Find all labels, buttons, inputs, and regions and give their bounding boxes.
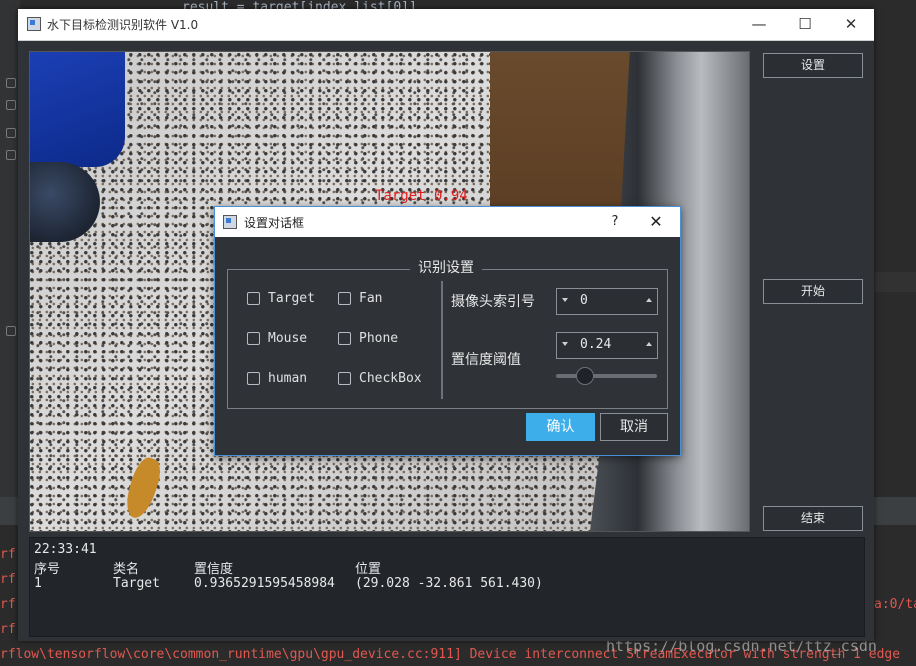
checkbox-icon[interactable] <box>247 371 260 385</box>
checkbox-label: Fan <box>359 290 383 306</box>
fold-icon[interactable] <box>6 326 16 336</box>
console-line-fragment: rf <box>0 547 16 562</box>
dialog-close-button[interactable]: ✕ <box>641 207 671 237</box>
results-cell-confidence: 0.9365291595458984 <box>194 576 335 591</box>
camera-index-spinbox[interactable]: 0 <box>556 288 658 315</box>
editor-right-area <box>874 40 916 500</box>
fold-icon[interactable] <box>6 78 16 88</box>
results-header-class: 类名 <box>113 562 140 577</box>
app-icon <box>27 17 41 31</box>
results-cell-class: Target <box>113 576 160 591</box>
checkbox-icon[interactable] <box>338 371 351 385</box>
minimize-button[interactable]: — <box>736 9 782 40</box>
detection-label: Target 0.94 <box>375 188 468 204</box>
spin-down-icon[interactable] <box>562 298 568 302</box>
checkbox-fan[interactable]: Fan <box>338 289 382 307</box>
dialog-title: 设置对话框 <box>244 216 305 230</box>
checkbox-label: CheckBox <box>359 370 422 386</box>
help-button[interactable]: ? <box>600 207 630 237</box>
title-bar[interactable]: 水下目标检测识别软件 V1.0 — ☐ ✕ <box>18 9 874 41</box>
settings-dialog: 设置对话框 ? ✕ 识别设置 Target Fan Mouse Phone hu… <box>214 206 681 456</box>
camera-index-label: 摄像头索引号 <box>451 294 535 310</box>
results-timestamp: 22:33:41 <box>34 542 97 557</box>
ok-button[interactable]: 确认 <box>526 413 595 441</box>
close-button[interactable]: ✕ <box>828 9 874 40</box>
results-panel[interactable]: 22:33:41 序号 类名 置信度 位置 1 Target 0.9365291… <box>29 537 865 637</box>
checkbox-icon[interactable] <box>338 291 351 305</box>
group-title: 识别设置 <box>410 257 482 277</box>
console-line-fragment: rf <box>0 597 16 612</box>
spin-down-icon[interactable] <box>562 342 568 346</box>
settings-button[interactable]: 设置 <box>763 53 863 78</box>
results-header-confidence: 置信度 <box>194 562 234 577</box>
confidence-threshold-spinbox[interactable]: 0.24 <box>556 332 658 359</box>
console-line-fragment: rf <box>0 572 16 587</box>
checkbox-icon[interactable] <box>338 331 351 345</box>
spin-up-icon[interactable] <box>646 342 652 346</box>
ide-gutter <box>0 0 20 500</box>
checkbox-phone[interactable]: Phone <box>338 329 398 347</box>
stop-button[interactable]: 结束 <box>763 506 863 531</box>
window-title: 水下目标检测识别软件 V1.0 <box>47 18 199 32</box>
console-line-fragment-right: a:0/ta <box>874 597 916 612</box>
checkbox-human[interactable]: human <box>247 369 307 387</box>
confidence-slider[interactable] <box>556 374 657 378</box>
checkbox-label: Mouse <box>268 330 308 346</box>
results-cell-index: 1 <box>34 576 42 591</box>
results-header-index: 序号 <box>34 562 61 577</box>
checkbox-mouse[interactable]: Mouse <box>247 329 307 347</box>
slider-handle[interactable] <box>575 367 594 385</box>
results-header-position: 位置 <box>355 562 382 577</box>
video-object <box>30 52 125 167</box>
start-button[interactable]: 开始 <box>763 279 863 304</box>
dialog-icon <box>223 215 237 229</box>
checkbox-icon[interactable] <box>247 291 260 305</box>
results-cell-position: (29.028 -32.861 561.430) <box>355 576 543 591</box>
checkbox-icon[interactable] <box>247 331 260 345</box>
confidence-threshold-value: 0.24 <box>580 337 612 352</box>
fold-icon[interactable] <box>6 150 16 160</box>
checkbox-label: human <box>268 370 308 386</box>
checkbox-checkbox[interactable]: CheckBox <box>338 369 422 387</box>
camera-index-value: 0 <box>580 293 588 308</box>
maximize-button[interactable]: ☐ <box>782 9 828 40</box>
console-line-fragment: rf <box>0 622 16 637</box>
checkbox-label: Target <box>268 290 315 306</box>
cancel-button[interactable]: 取消 <box>600 413 668 441</box>
fold-icon[interactable] <box>6 100 16 110</box>
fold-icon[interactable] <box>6 128 16 138</box>
checkbox-target[interactable]: Target <box>247 289 315 307</box>
dialog-title-bar[interactable]: 设置对话框 ? ✕ <box>215 207 680 237</box>
spin-up-icon[interactable] <box>646 298 652 302</box>
checkbox-label: Phone <box>359 330 399 346</box>
current-line-highlight <box>874 272 916 292</box>
confidence-threshold-label: 置信度阈值 <box>451 352 521 368</box>
group-divider <box>441 281 443 399</box>
